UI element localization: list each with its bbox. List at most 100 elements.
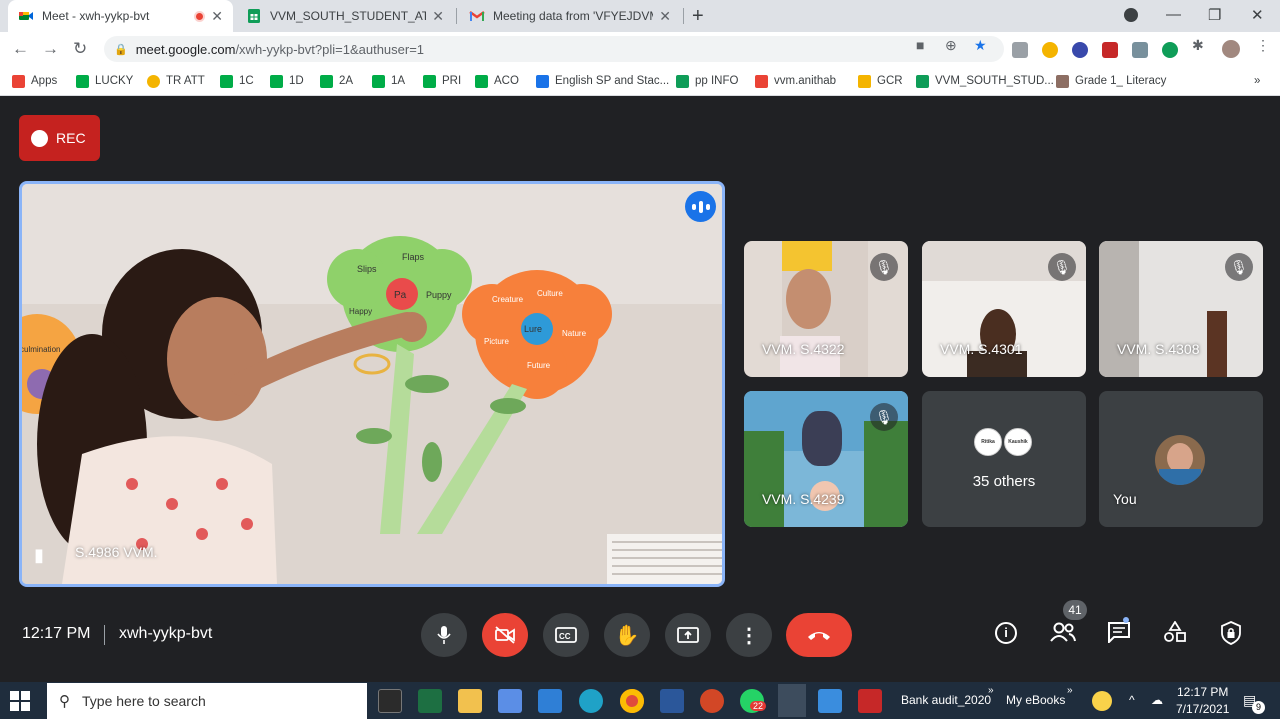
taskbar-bank-audit[interactable]: Bank audit_2020 — [901, 693, 991, 707]
tab-attendance-sheet[interactable]: VVM_SOUTH_STUDENT_ATTENDA ✕ — [236, 0, 454, 32]
windows-start-button[interactable] — [10, 691, 30, 711]
file-explorer-icon[interactable] — [458, 689, 482, 713]
notification-count: 9 — [1252, 701, 1265, 714]
back-arrow-icon[interactable]: ← — [12, 39, 29, 59]
people-button[interactable] — [1049, 621, 1077, 649]
meeting-details-button[interactable]: i — [995, 621, 1017, 644]
forward-arrow-icon[interactable]: → — [42, 39, 59, 59]
bookmark-pri[interactable]: PRI — [423, 72, 461, 90]
extension-screen-icon[interactable] — [1132, 42, 1148, 58]
google-sheets-icon — [676, 74, 689, 88]
others-tile[interactable]: Ritika Kaushik 35 others — [922, 391, 1086, 527]
chrome-active-icon[interactable] — [778, 684, 806, 717]
host-controls-button[interactable] — [1220, 621, 1242, 651]
participant-tile[interactable]: 🎙 VVM. S.4239 — [744, 391, 908, 527]
bookmark-1d[interactable]: 1D — [270, 72, 304, 90]
bookmark-2a[interactable]: 2A — [320, 72, 353, 90]
extension-red-icon[interactable] — [1102, 42, 1118, 58]
acrobat-icon[interactable] — [858, 689, 882, 713]
taskbar-search-box[interactable]: ⚲ Type here to search — [47, 683, 367, 719]
bookmark-vvm-anithab[interactable]: vvm.anithab — [755, 72, 836, 90]
close-tab-icon[interactable]: ✕ — [432, 8, 444, 25]
close-tab-icon[interactable]: ✕ — [211, 8, 223, 25]
address-bar[interactable]: 🔒 meet.google.com/xwh-yykp-bvt?pli=1&aut… — [104, 36, 1004, 62]
participant-tile[interactable]: 🎙 VVM. S.4308 — [1099, 241, 1263, 377]
tab-meet[interactable]: Meet - xwh-yykp-bvt ✕ — [8, 0, 233, 32]
bookmark-gcr[interactable]: GCR — [858, 72, 903, 90]
close-tab-icon[interactable]: ✕ — [659, 8, 671, 25]
participant-tile[interactable]: 🎙 VVM. S.4301 — [922, 241, 1086, 377]
self-tile[interactable]: You — [1099, 391, 1263, 527]
bookmark-apps[interactable]: Apps — [12, 72, 57, 90]
taskview-app-icon[interactable] — [378, 689, 402, 713]
tray-overflow-icon[interactable]: ^ — [1129, 693, 1135, 707]
new-tab-button[interactable]: + — [692, 5, 704, 28]
reload-icon[interactable]: ↻ — [73, 39, 87, 59]
present-screen-button[interactable] — [665, 613, 711, 657]
raise-hand-button[interactable]: ✋ — [604, 613, 650, 657]
mail-icon[interactable] — [538, 689, 562, 713]
powerpoint-icon[interactable] — [700, 689, 724, 713]
edge-icon[interactable] — [579, 689, 603, 713]
bookmark-1a[interactable]: 1A — [372, 72, 405, 90]
mic-off-icon: 🎙 — [1225, 253, 1253, 281]
bookmark-tr-att[interactable]: TR ATT — [147, 72, 205, 90]
chat-button[interactable] — [1107, 621, 1131, 649]
extensions-puzzle-icon[interactable]: ✱ — [1192, 37, 1204, 54]
zoom-icon[interactable]: ⊕ — [945, 37, 957, 54]
bookmark-1c[interactable]: 1C — [220, 72, 254, 90]
main-tile-name: S.4986 VVM. — [75, 544, 158, 560]
url-host: meet.google.com — [135, 41, 236, 57]
extension-reading-icon[interactable] — [1012, 42, 1028, 58]
chrome-menu-icon[interactable]: ⋮ — [1256, 37, 1270, 54]
tab-title: Meeting data from 'VFYEJDVMZK — [493, 9, 653, 23]
close-window-button[interactable]: ✕ — [1251, 6, 1264, 24]
taskbar-my-ebooks[interactable]: My eBooks — [1006, 693, 1065, 707]
captions-icon: CC — [555, 627, 577, 643]
bookmark-star-icon[interactable]: ★ — [974, 37, 987, 54]
more-options-button[interactable]: ⋮ — [726, 613, 772, 657]
svg-text:Happy: Happy — [349, 307, 372, 316]
profile-avatar[interactable] — [1222, 40, 1240, 58]
restore-button[interactable]: ❐ — [1208, 6, 1221, 24]
tab-search-icon[interactable] — [1124, 8, 1138, 22]
bookmark-aco[interactable]: ACO — [475, 72, 519, 90]
microphone-button[interactable] — [421, 613, 467, 657]
pin-icon[interactable]: ▮ — [34, 545, 44, 566]
participant-tile[interactable]: 🎙 VVM. S.4322 — [744, 241, 908, 377]
tab-gmail[interactable]: Meeting data from 'VFYEJDVMZK ✕ — [459, 0, 681, 32]
captions-button[interactable]: CC — [543, 613, 589, 657]
minimize-button[interactable]: — — [1166, 6, 1181, 23]
activities-button[interactable] — [1163, 620, 1187, 649]
main-video-tile[interactable]: culmination Pa Flaps Slips Puppy Happy L… — [19, 181, 725, 587]
google-sheets-icon — [916, 74, 929, 88]
bookmark-english-sp[interactable]: English SP and Stac... — [536, 72, 669, 90]
extension-pin-icon[interactable] — [1162, 42, 1178, 58]
camera-button[interactable] — [482, 613, 528, 657]
main-video-feed: culmination Pa Flaps Slips Puppy Happy L… — [22, 184, 722, 584]
weather-icon[interactable] — [1092, 691, 1112, 711]
gmail-icon — [469, 11, 485, 21]
svg-text:Lure: Lure — [524, 324, 542, 334]
taskbar-clock-date[interactable]: 7/17/2021 — [1176, 702, 1229, 716]
bookmark-pp-info[interactable]: pp INFO — [676, 72, 738, 90]
bookmark-lucky[interactable]: LUCKY — [76, 72, 133, 90]
bookmark-vvm-south-stud[interactable]: VVM_SOUTH_STUD... — [916, 72, 1054, 90]
chrome-icon[interactable] — [620, 689, 644, 713]
excel-icon[interactable] — [418, 689, 442, 713]
drive-icon — [536, 74, 549, 88]
bookmark-grade1-literacy[interactable]: Grade 1_ Literacy — [1056, 72, 1166, 90]
bookmarks-overflow-button[interactable]: » — [1254, 72, 1260, 90]
onedrive-icon[interactable]: ☁ — [1151, 693, 1163, 707]
mic-off-icon: 🎙 — [870, 403, 898, 431]
extension-k-icon[interactable] — [1072, 42, 1088, 58]
photos-icon[interactable] — [818, 689, 842, 713]
word-icon[interactable] — [660, 689, 684, 713]
extension-person-icon[interactable] — [1042, 42, 1058, 58]
taskbar-clock-time[interactable]: 12:17 PM — [1177, 685, 1228, 699]
speaking-indicator-icon — [685, 191, 716, 222]
info-icon: i — [995, 621, 1017, 644]
leave-call-button[interactable] — [786, 613, 852, 657]
camera-in-use-icon[interactable]: ■ — [916, 37, 924, 53]
store-icon[interactable] — [498, 689, 522, 713]
